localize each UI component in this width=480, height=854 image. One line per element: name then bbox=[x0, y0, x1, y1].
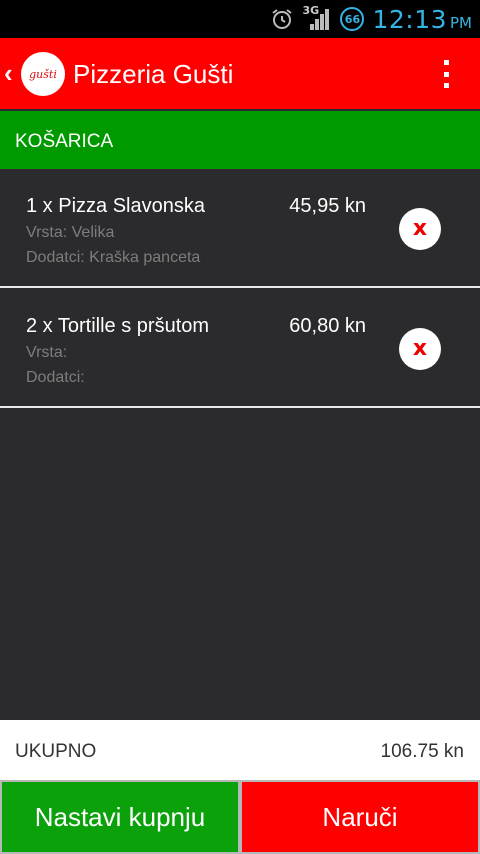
item-dodatci: Dodatci: Kraška panceta bbox=[26, 249, 201, 266]
total-value: 106.75 kn bbox=[380, 741, 464, 762]
clock: 12:13 PM bbox=[372, 5, 472, 34]
app-title: Pizzeria Gušti bbox=[73, 59, 234, 89]
remove-item-button[interactable]: x bbox=[399, 208, 441, 250]
item-name: 1 x Pizza Slavonska bbox=[26, 195, 205, 217]
clock-time: 12:13 bbox=[372, 4, 447, 34]
continue-shopping-button[interactable]: Nastavi kupnju bbox=[0, 780, 240, 854]
logo-text: gušti bbox=[29, 67, 57, 81]
total-label: UKUPNO bbox=[15, 741, 97, 762]
cart-section-header: KOŠARICA bbox=[0, 111, 480, 169]
total-row: UKUPNO 106.75 kn bbox=[0, 720, 480, 780]
signal-icon: 3G bbox=[302, 4, 332, 32]
battery-icon: 66 bbox=[340, 7, 365, 31]
item-dodatci: Dodatci: bbox=[26, 369, 85, 386]
close-icon: x bbox=[412, 216, 428, 241]
item-divider bbox=[0, 286, 480, 288]
status-bar: 3G 66 12:13 PM bbox=[0, 0, 480, 38]
status-icons: 3G 66 12:13 PM bbox=[270, 0, 472, 38]
battery-level: 66 bbox=[344, 12, 361, 26]
order-button[interactable]: Naruči bbox=[240, 780, 480, 854]
item-divider bbox=[0, 406, 480, 408]
order-label: Naruči bbox=[322, 801, 398, 832]
cart-item: 1 x Pizza Slavonska 45,95 kn Vrsta: Veli… bbox=[0, 169, 480, 287]
item-price: 60,80 kn bbox=[289, 315, 366, 337]
overflow-menu-icon[interactable] bbox=[442, 60, 450, 88]
action-bar: ‹ gušti Pizzeria Gušti bbox=[0, 38, 480, 109]
close-icon: x bbox=[412, 336, 428, 361]
item-vrsta: Vrsta: Velika bbox=[26, 224, 115, 241]
alarm-icon bbox=[272, 9, 293, 29]
app-logo[interactable]: gušti bbox=[21, 52, 65, 96]
up-navigation-icon[interactable]: ‹ bbox=[4, 60, 13, 86]
clock-ampm: PM bbox=[450, 13, 472, 32]
remove-item-button[interactable]: x bbox=[399, 328, 441, 370]
item-price: 45,95 kn bbox=[289, 195, 366, 217]
item-vrsta: Vrsta: bbox=[26, 344, 68, 361]
section-title: KOŠARICA bbox=[15, 131, 114, 152]
item-name: 2 x Tortille s pršutom bbox=[26, 315, 210, 337]
continue-shopping-label: Nastavi kupnju bbox=[34, 801, 206, 832]
cart-item: 2 x Tortille s pršutom 60,80 kn Vrsta: D… bbox=[0, 289, 480, 407]
